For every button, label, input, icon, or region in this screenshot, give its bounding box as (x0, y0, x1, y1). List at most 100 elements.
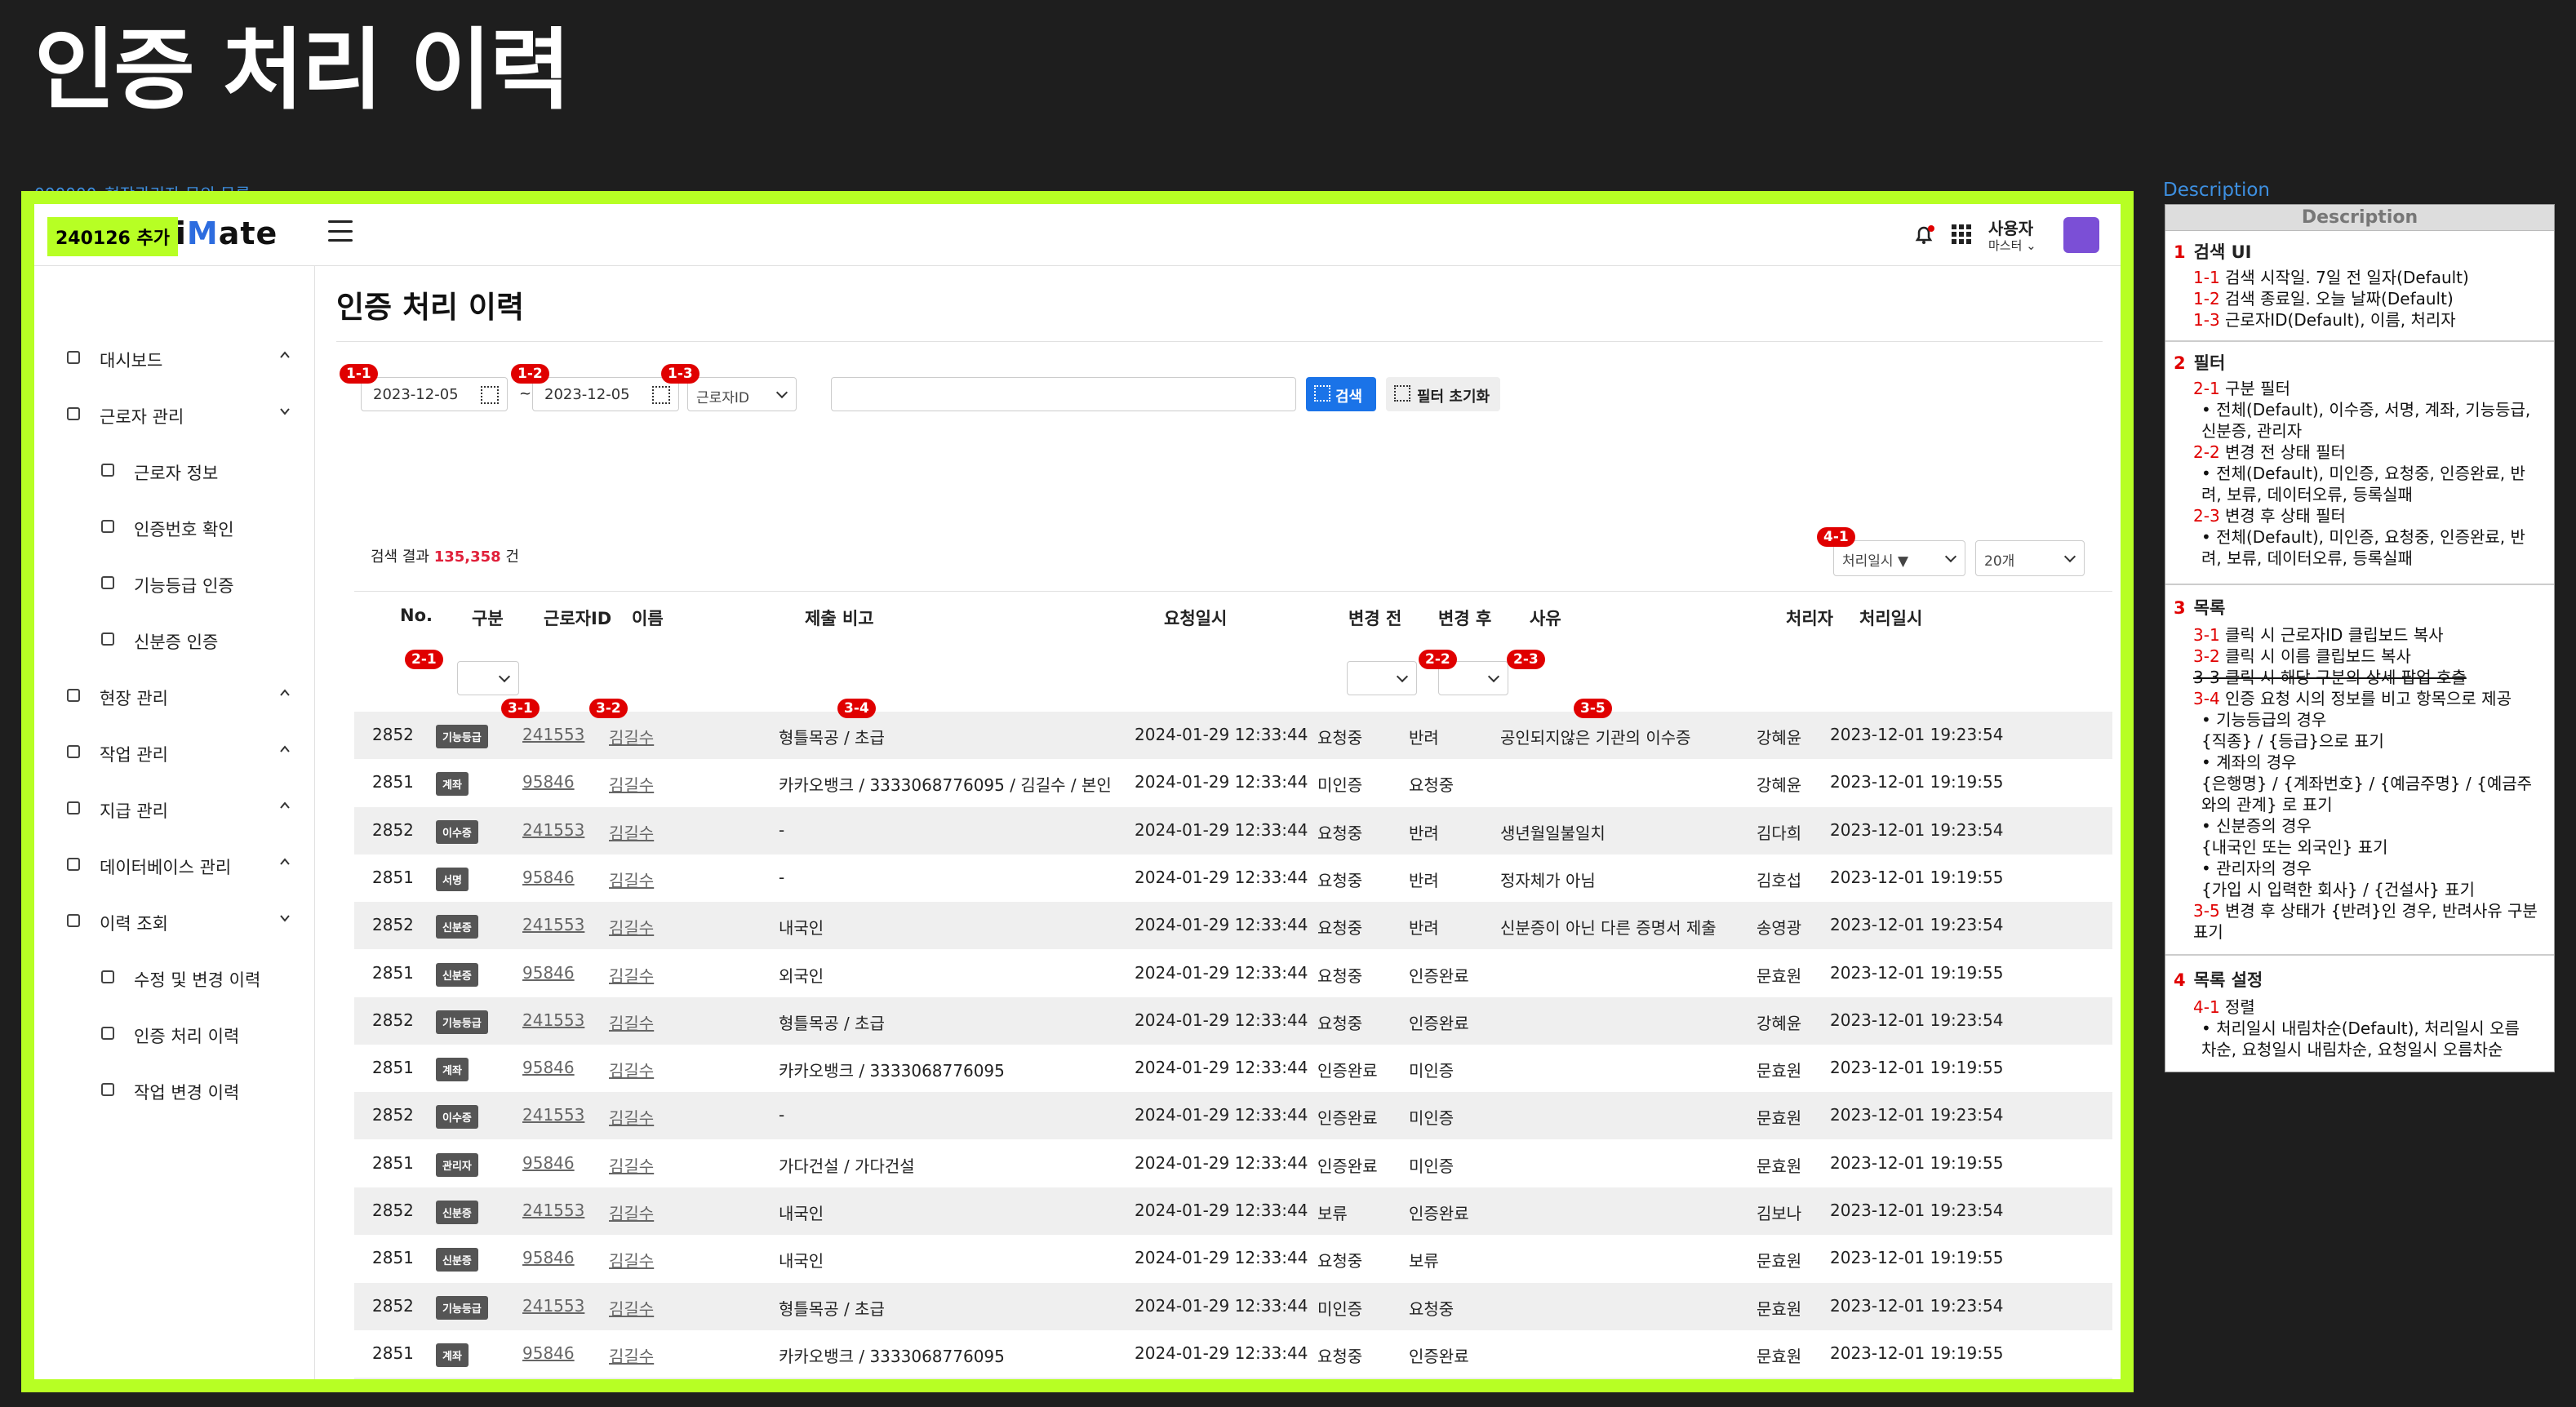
sidebar-item-skill-grade-auth[interactable]: 기능등급 인증 (34, 566, 315, 599)
type-badge[interactable]: 계좌 (436, 772, 469, 797)
sidebar-item-edit-history[interactable]: 수정 및 변경 이력 (34, 961, 315, 993)
main-content: 인증 처리 이력 1-1 1-2 1-3 2023-12-05 ~ 2023-1… (315, 266, 2121, 1392)
search-icon (1314, 385, 1330, 402)
search-field-select[interactable]: 근로자ID (687, 377, 797, 411)
worker-name-link[interactable]: 김길수 (609, 1201, 654, 1224)
menu-square-icon (101, 464, 114, 477)
sidebar-item-payment-management[interactable]: 지급 관리 (34, 792, 315, 824)
page-size-select[interactable]: 20개 (1975, 540, 2085, 576)
sort-select[interactable]: 처리일시 ▼ (1833, 540, 1965, 576)
before-status-filter-select[interactable] (1347, 661, 1417, 695)
worker-name-link[interactable]: 김길수 (609, 1058, 654, 1081)
reset-filter-button[interactable]: 필터 초기화 (1386, 377, 1500, 411)
worker-name-link[interactable]: 김길수 (609, 1010, 654, 1034)
type-badge[interactable]: 신분증 (436, 1248, 478, 1272)
worker-id-link[interactable]: 95846 (522, 1343, 575, 1363)
row-request-time: 2024-01-29 12:33:44 (1135, 1295, 1308, 1316)
user-role-dropdown[interactable]: 마스터 ⌄ (1988, 237, 2036, 254)
worker-id-link[interactable]: 241553 (522, 1105, 584, 1125)
sidebar-item-site-management[interactable]: 현장 관리 (34, 679, 315, 712)
type-filter-select[interactable] (457, 661, 519, 695)
worker-name-link[interactable]: 김길수 (609, 820, 654, 844)
avatar[interactable] (2063, 217, 2099, 253)
worker-name-link[interactable]: 김길수 (609, 963, 654, 987)
table-row: 2851 신분증 95846 김길수 내국인 2024-01-29 12:33:44 요청중… (354, 1235, 2112, 1282)
worker-name-link[interactable]: 김길수 (609, 1248, 654, 1272)
worker-name-link[interactable]: 김길수 (609, 1391, 654, 1392)
apps-grid-icon[interactable] (1949, 222, 1974, 246)
row-before-status: 요청중 (1317, 1251, 1363, 1272)
user-name[interactable]: 사용자 (1988, 215, 2033, 239)
worker-id-link[interactable]: 95846 (522, 868, 575, 887)
annotation-3-5: 3-5 (1574, 699, 1612, 718)
worker-id-link[interactable]: 241553 (522, 915, 584, 934)
type-badge[interactable]: 계좌 (436, 1058, 469, 1082)
table-row: 2852 신분증 241553 김길수 내국인 2024-01-29 12:33:44 요청… (354, 902, 2112, 950)
sidebar-item-work-change-history[interactable]: 작업 변경 이력 (34, 1073, 315, 1106)
worker-name-link[interactable]: 김길수 (609, 868, 654, 891)
sidebar-item-auth-history[interactable]: 인증 처리 이력 (34, 1017, 315, 1050)
sidebar-item-label: 대시보드 (100, 351, 163, 371)
type-badge[interactable]: 기능등급 (436, 725, 488, 748)
row-before-status: 요청중 (1317, 965, 1363, 986)
table-row: 2852 이수증 241553 김길수 - 2024-01-29 12:33:44 요청중 반… (354, 806, 2112, 854)
menu-icon[interactable] (328, 220, 353, 242)
type-badge[interactable]: 기능등급 (436, 1295, 488, 1320)
sidebar-item-database-management[interactable]: 데이터베이스 관리 (34, 848, 315, 881)
type-badge[interactable]: 신분증 (436, 915, 478, 939)
worker-id-link[interactable]: 95846 (522, 1248, 575, 1267)
type-badge[interactable]: 기능등급 (436, 1010, 488, 1034)
worker-id-link[interactable]: 241553 (522, 1296, 584, 1316)
sidebar-item-auth-number[interactable]: 인증번호 확인 (34, 510, 315, 543)
worker-id-link[interactable]: 241553 (522, 1201, 584, 1220)
end-date-input[interactable]: 2023-12-05 (532, 377, 679, 411)
row-after-status: 보류 (1409, 1251, 1439, 1272)
type-badge[interactable]: 관리자 (436, 1152, 478, 1177)
worker-id-link[interactable]: 95846 (522, 963, 575, 983)
worker-id-link[interactable]: 241553 (522, 1391, 584, 1392)
type-badge[interactable]: 이수증 (436, 1391, 478, 1392)
row-process-time: 2023-12-01 19:19:55 (1830, 1152, 2004, 1173)
desc-line: 표기 (2193, 922, 2223, 942)
worker-id-link[interactable]: 241553 (522, 820, 584, 840)
sidebar-item-work-management[interactable]: 작업 관리 (34, 735, 315, 768)
type-badge[interactable]: 신분증 (436, 1201, 478, 1224)
worker-name-link[interactable]: 김길수 (609, 1296, 654, 1320)
worker-name-link[interactable]: 김길수 (609, 1105, 654, 1129)
description-label: Description (2163, 180, 2270, 201)
sidebar-item-label: 데이터베이스 관리 (100, 858, 232, 877)
type-badge[interactable]: 계좌 (436, 1343, 469, 1367)
worker-id-link[interactable]: 95846 (522, 1058, 575, 1077)
search-button[interactable]: 검색 (1306, 377, 1376, 411)
notification-icon[interactable] (1912, 222, 1936, 246)
type-badge[interactable]: 이수증 (436, 819, 478, 844)
sidebar-item-id-card-auth[interactable]: 신분증 인증 (34, 623, 315, 655)
row-processor: 강혜윤 (1757, 775, 1802, 796)
worker-name-link[interactable]: 김길수 (609, 915, 654, 939)
worker-id-link[interactable]: 241553 (522, 1010, 584, 1030)
type-badge[interactable]: 신분증 (436, 962, 478, 987)
worker-id-link[interactable]: 241553 (522, 725, 584, 744)
search-input[interactable] (831, 377, 1296, 411)
worker-name-link[interactable]: 김길수 (609, 725, 654, 748)
sidebar-item-worker-info[interactable]: 근로자 정보 (34, 454, 315, 486)
type-badge[interactable]: 이수증 (436, 1105, 478, 1130)
calendar-icon[interactable] (652, 386, 670, 404)
row-no: 2852 (372, 1201, 414, 1220)
desc-text: 인증 요청 시의 정보를 비고 항목으로 제공 (2219, 689, 2512, 708)
worker-name-link[interactable]: 김길수 (609, 772, 654, 796)
sidebar-item-worker-management[interactable]: 근로자 관리 (34, 397, 315, 430)
worker-id-link[interactable]: 95846 (522, 1153, 575, 1173)
worker-id-link[interactable]: 95846 (522, 772, 575, 792)
row-request-time: 2024-01-29 12:33:44 (1135, 1010, 1308, 1030)
sidebar-item-history[interactable]: 이력 조회 (34, 904, 315, 937)
sidebar-item-dashboard[interactable]: 대시보드 (34, 341, 315, 374)
worker-name-link[interactable]: 김길수 (609, 1343, 654, 1367)
column-header-reason: 사유 (1530, 609, 1561, 628)
chevron-down-icon (1396, 670, 1409, 683)
start-date-input[interactable]: 2023-12-05 (361, 377, 508, 411)
type-badge[interactable]: 서명 (436, 867, 469, 891)
worker-name-link[interactable]: 김길수 (609, 1153, 654, 1177)
search-button-label: 검색 (1335, 388, 1363, 406)
calendar-icon[interactable] (481, 386, 499, 404)
